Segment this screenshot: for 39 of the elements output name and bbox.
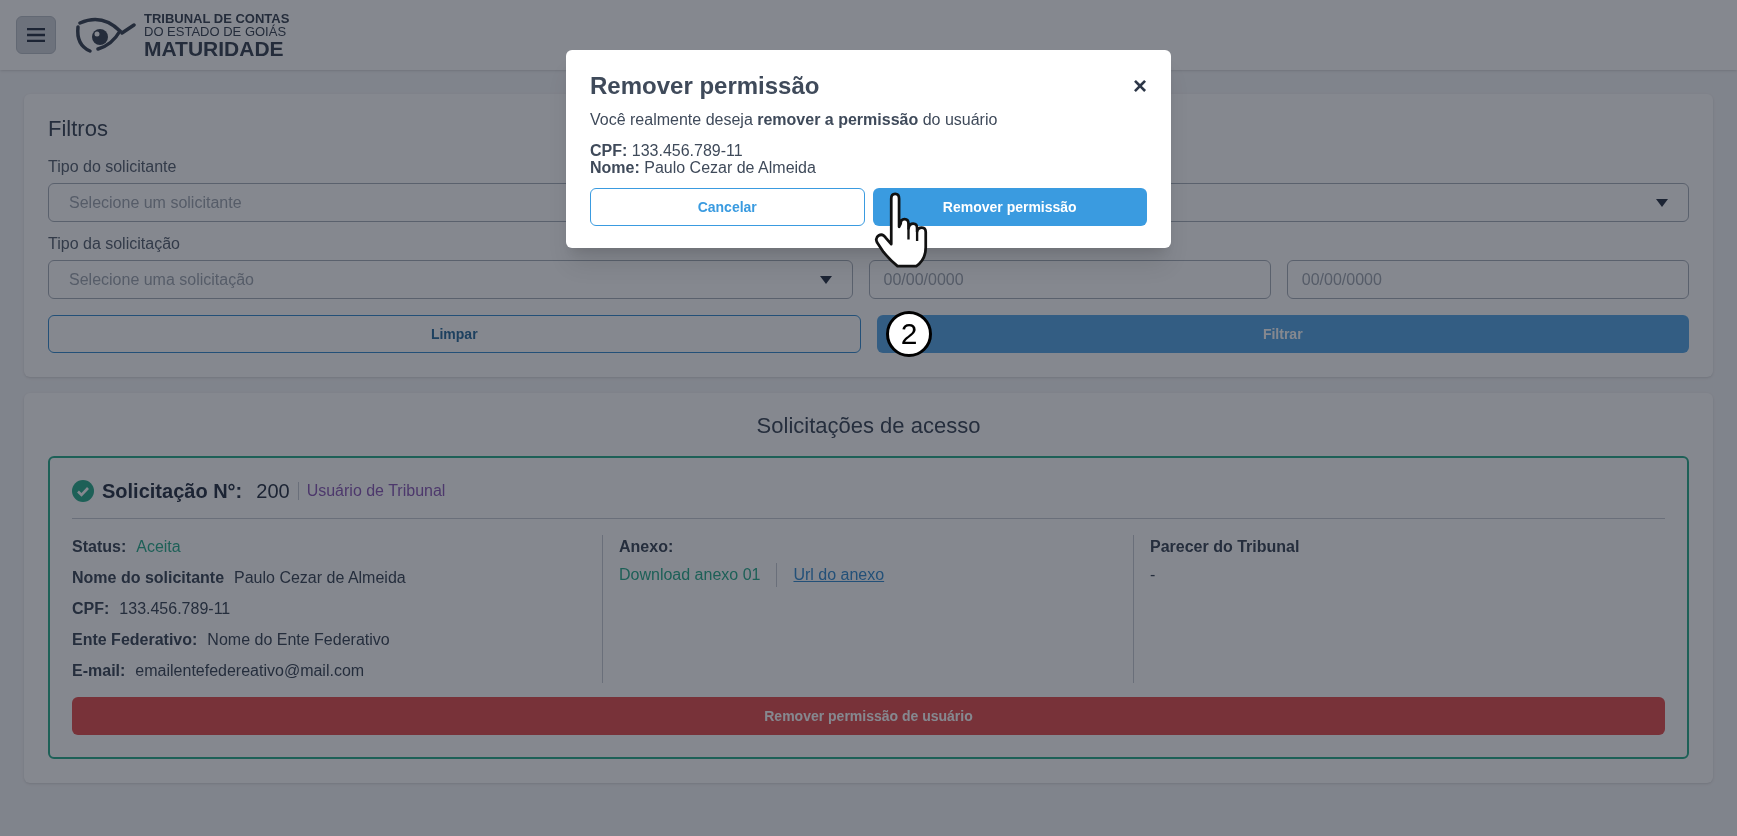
field-label: Nome do solicitante (72, 568, 225, 588)
field-label: E-mail: (72, 661, 126, 681)
close-button[interactable]: × (1133, 74, 1147, 98)
dropdown-caret-icon (819, 275, 832, 284)
clear-button[interactable]: Limpar (48, 315, 861, 353)
field-value: Nome do Ente Federativo (207, 630, 390, 650)
confirm-remove-button[interactable]: Remover permissão (872, 188, 1147, 226)
logo-text: TRIBUNAL DE CONTAS (144, 11, 290, 25)
opinion-value: - (1150, 565, 1157, 585)
remove-permission-button[interactable]: Remover permissão de usuário (72, 697, 1665, 735)
field-label: Ente Federativo: (72, 630, 198, 650)
request-heading: Solicitação N°: (102, 479, 243, 504)
field-value: Paulo Cezar de Almeida (234, 568, 406, 588)
field-value: emailentefedereativo@mail.com (135, 661, 365, 681)
filters-title: Filtros (48, 115, 108, 143)
field-label: CPF: (72, 599, 110, 619)
field-label: Tipo da solicitação (48, 234, 180, 254)
dropdown-caret-icon (1656, 198, 1668, 207)
field-value: Aceita (136, 537, 181, 557)
logo-text: MATURIDADE (144, 37, 285, 59)
menu-button[interactable] (16, 16, 56, 54)
dialog-title: Remover permissão (590, 71, 820, 101)
opinion-title: Parecer do Tribunal (1150, 537, 1301, 557)
dialog-message: Você realmente deseja remover a permissão do usuário (590, 110, 999, 130)
section-title: Solicitações de acesso (755, 412, 982, 440)
logo-text: DO ESTADO DE GOIÁS (144, 24, 288, 38)
url-link[interactable]: Url do anexo (793, 563, 885, 587)
attachments-title: Anexo: (619, 537, 675, 557)
check-circle-icon (72, 480, 94, 502)
menu-icon (27, 28, 45, 42)
request-type: Usuário de Tribunal (306, 481, 446, 501)
field-label: Status: (72, 537, 127, 557)
cancel-button[interactable]: Cancelar (590, 188, 865, 226)
request-number: 200 (256, 482, 299, 500)
user-detail: CPF: 133.456.789-11 (590, 142, 744, 159)
user-detail: Nome: Paulo Cezar de Almeida (590, 159, 817, 176)
field-value: 133.456.789-11 (119, 599, 231, 619)
download-link[interactable]: Download anexo 01 (619, 563, 778, 587)
field-label: Tipo do solicitante (48, 157, 177, 177)
